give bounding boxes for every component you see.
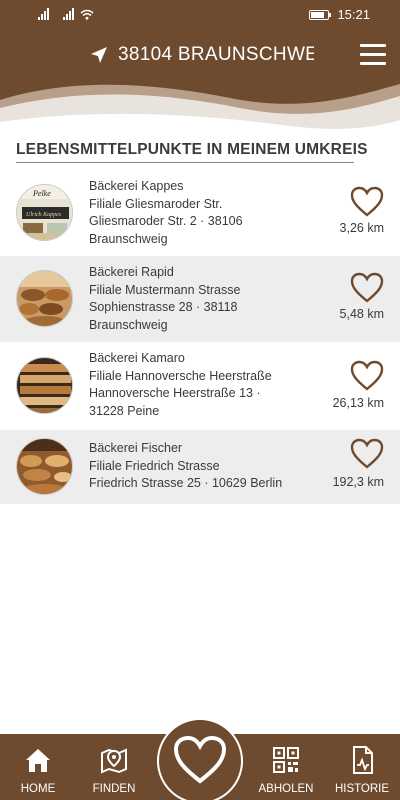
- status-right: 15:21: [309, 7, 370, 22]
- store-name: Bäckerei Fischer: [89, 441, 183, 455]
- nav-home[interactable]: HOME: [10, 734, 66, 800]
- store-thumbnail: Pelke Ulrich Kappes: [16, 184, 73, 241]
- store-city: 31228 Peine: [89, 403, 160, 418]
- signal-icon: [38, 8, 49, 20]
- store-distance: 192,3 km: [332, 475, 384, 489]
- nav-finden-label: FINDEN: [92, 783, 136, 795]
- header-wave: [0, 84, 400, 130]
- section-title: LEBENSMITTELPUNKTE IN MEINEM UMKREIS: [16, 141, 368, 158]
- store-info: Bäckerei Kamaro Filiale Hannoversche Hee…: [89, 350, 272, 420]
- wifi-icon: [80, 9, 94, 20]
- store-list: Pelke Ulrich Kappes Bäckerei Kappes Fili…: [0, 170, 400, 504]
- nav-abholen-label: ABHOLEN: [258, 783, 314, 795]
- list-item[interactable]: Bäckerei Kamaro Filiale Hannoversche Hee…: [0, 342, 400, 430]
- nav-finden[interactable]: FINDEN: [84, 734, 144, 800]
- location-arrow-icon: [91, 47, 107, 63]
- qr-code-icon: [273, 747, 299, 773]
- app-screen: 15:21 38104 BRAUNSCHWEIG LEBENSMITTELPUN…: [0, 0, 400, 800]
- store-name: Bäckerei Kamaro: [89, 351, 185, 365]
- thumb-sign-top: Pelke: [32, 189, 51, 198]
- hamburger-icon-line: [360, 62, 386, 65]
- document-icon: [353, 746, 373, 774]
- nav-historie-label: HISTORIE: [334, 783, 390, 795]
- heart-icon[interactable]: [350, 438, 384, 470]
- heart-icon[interactable]: [350, 360, 384, 392]
- store-address: Hannoversche Heerstraße 13 ·: [89, 386, 261, 400]
- store-info: Bäckerei Fischer Filiale Friedrich Stras…: [89, 440, 282, 493]
- nav-abholen[interactable]: ABHOLEN: [254, 734, 318, 800]
- store-distance: 3,26 km: [339, 221, 384, 235]
- store-thumbnail: [16, 357, 73, 414]
- store-address: Friedrich Strasse 25 · 10629 Berlin: [89, 476, 283, 490]
- location-label: 38104 BRAUNSCHWEIG: [118, 44, 314, 65]
- store-thumbnail: [16, 438, 73, 495]
- store-address: Sophienstrasse 28 · 38118: [89, 300, 238, 314]
- nav-historie[interactable]: HISTORIE: [332, 734, 392, 800]
- store-city: Braunschweig: [89, 231, 168, 246]
- signal-indicators: [38, 8, 94, 20]
- battery-icon: [309, 9, 332, 20]
- store-branch: Filiale Friedrich Strasse: [89, 458, 220, 473]
- store-distance: 5,48 km: [339, 307, 384, 321]
- heart-icon[interactable]: [350, 186, 384, 218]
- store-info: Bäckerei Kappes Filiale Gliesmaroder Str…: [89, 178, 243, 248]
- nav-home-label: HOME: [20, 783, 56, 795]
- store-branch: Filiale Hannoversche Heerstraße: [89, 368, 272, 383]
- store-city: Braunschweig: [89, 317, 168, 332]
- store-distance: 26,13 km: [332, 396, 384, 410]
- store-name: Bäckerei Kappes: [89, 179, 184, 193]
- store-branch: Filiale Gliesmaroder Str.: [89, 196, 223, 211]
- heart-icon: [173, 735, 227, 784]
- hamburger-icon: [360, 44, 386, 47]
- location-selector[interactable]: 38104 BRAUNSCHWEIG: [90, 44, 314, 66]
- store-branch: Filiale Mustermann Strasse: [89, 282, 241, 297]
- status-bar: 15:21: [0, 0, 400, 30]
- status-time: 15:21: [337, 7, 370, 22]
- signal-icon-2: [63, 8, 74, 20]
- title-divider: [16, 162, 354, 163]
- list-item[interactable]: Pelke Ulrich Kappes Bäckerei Kappes Fili…: [0, 170, 400, 256]
- map-pin-icon: [101, 748, 127, 774]
- hamburger-icon-line: [360, 53, 386, 56]
- home-icon: [26, 749, 50, 772]
- favorites-center-button[interactable]: [157, 718, 243, 800]
- store-thumbnail: [16, 270, 73, 327]
- store-info: Bäckerei Rapid Filiale Mustermann Strass…: [89, 264, 240, 334]
- thumb-sign: Ulrich Kappes: [26, 212, 62, 218]
- header: 15:21 38104 BRAUNSCHWEIG: [0, 0, 400, 130]
- menu-button[interactable]: [360, 44, 386, 66]
- store-name: Bäckerei Rapid: [89, 265, 174, 279]
- list-item[interactable]: Bäckerei Rapid Filiale Mustermann Strass…: [0, 256, 400, 342]
- heart-icon[interactable]: [350, 272, 384, 304]
- store-address: Gliesmaroder Str. 2 · 38106: [89, 214, 243, 228]
- list-item[interactable]: Bäckerei Fischer Filiale Friedrich Stras…: [0, 430, 400, 504]
